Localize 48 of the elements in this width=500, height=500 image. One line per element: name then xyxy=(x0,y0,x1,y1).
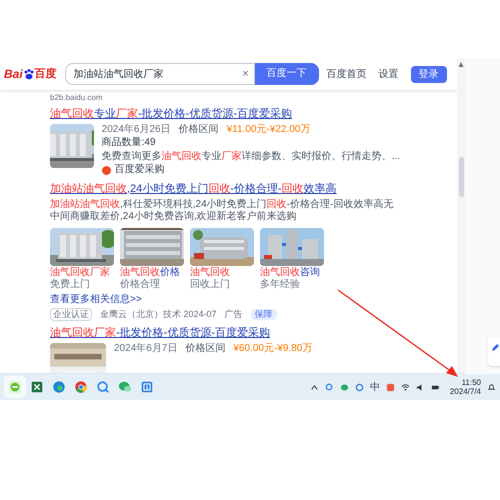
result-description: 加油站油气回收,科仕爱环境科技,24小时免费上门回收-价格合理-回收效率高无中间商赚取差价,24小时免费咨询,欢迎新老客户前来选购 xyxy=(50,198,394,224)
source-name: 百度爱采购 xyxy=(114,164,165,177)
gallery-subtitle: 回收上门 xyxy=(190,279,231,292)
app-icon xyxy=(140,380,154,394)
result-title-link[interactable]: 加油站油气回收,24小时免费上门回收-价格合理-回收效率高 xyxy=(50,182,400,196)
price-range: ¥60.00元-¥9.80万 xyxy=(233,343,312,356)
battery-icon[interactable] xyxy=(430,382,440,392)
input-method-indicator[interactable]: 中 xyxy=(370,380,380,394)
source-logo-icon xyxy=(102,166,111,175)
clock-time[interactable]: 11:50 xyxy=(462,378,481,386)
header-link[interactable]: 百度首页 xyxy=(326,66,367,82)
browser-icon xyxy=(74,380,88,394)
gallery-caption-link[interactable]: 油气回收厂家 xyxy=(50,266,114,279)
gallery-caption-link[interactable]: 油气回收价格 xyxy=(120,266,184,279)
advertiser-text: 金鹰云（北京）技术 2024-07 xyxy=(100,309,217,320)
baidu-logo[interactable]: Bai 百度 xyxy=(4,65,57,83)
price-range: ¥11.00元-¥22.00万 xyxy=(226,124,310,136)
wifi-icon[interactable] xyxy=(400,382,410,392)
floating-widget[interactable] xyxy=(488,338,500,366)
price-label: 价格区间 xyxy=(178,124,219,136)
header-link[interactable]: 设置 xyxy=(378,66,399,82)
browser-icon xyxy=(8,380,22,394)
browser-icon xyxy=(52,380,66,394)
gallery-subtitle: 多年经验 xyxy=(260,279,301,292)
scrollbar[interactable] xyxy=(457,58,465,373)
clear-button[interactable]: × xyxy=(242,67,249,81)
result-description: 免费查询更多油气回收专业厂家详细参数、实时报价、行情走势、... xyxy=(102,150,400,164)
source-url: b2b.baidu.com xyxy=(50,94,104,102)
verification-badge: 企业认证 xyxy=(50,308,92,322)
ad-label: 广告 xyxy=(224,309,243,320)
gallery-caption-link[interactable]: 油气回收 xyxy=(190,266,254,279)
search-button[interactable]: 百度一下 xyxy=(254,63,319,85)
guarantee-badge: 保障 xyxy=(250,309,277,320)
gallery-subtitle: 价格合理 xyxy=(120,279,161,292)
more-info-link[interactable]: 查看更多相关信息>> xyxy=(50,294,400,306)
login-button[interactable]: 登录 xyxy=(410,66,447,82)
result-date: 2024年6月7日 xyxy=(114,343,178,356)
product-count: 商品数量:49 xyxy=(102,137,157,150)
gallery-caption-link[interactable]: 油气回收咨询 xyxy=(260,266,324,279)
price-label: 价格区间 xyxy=(185,343,226,356)
result-date: 2024年6月26日 xyxy=(102,124,171,136)
spreadsheet-icon xyxy=(30,380,44,394)
caret-up-icon[interactable] xyxy=(310,382,319,392)
bell-icon[interactable] xyxy=(487,382,496,392)
clock-date[interactable]: 2024/7/4 xyxy=(450,388,481,396)
gallery-subtitle: 免费上门 xyxy=(50,279,91,292)
app-icon[interactable] xyxy=(386,382,395,392)
pen-icon xyxy=(491,343,500,352)
